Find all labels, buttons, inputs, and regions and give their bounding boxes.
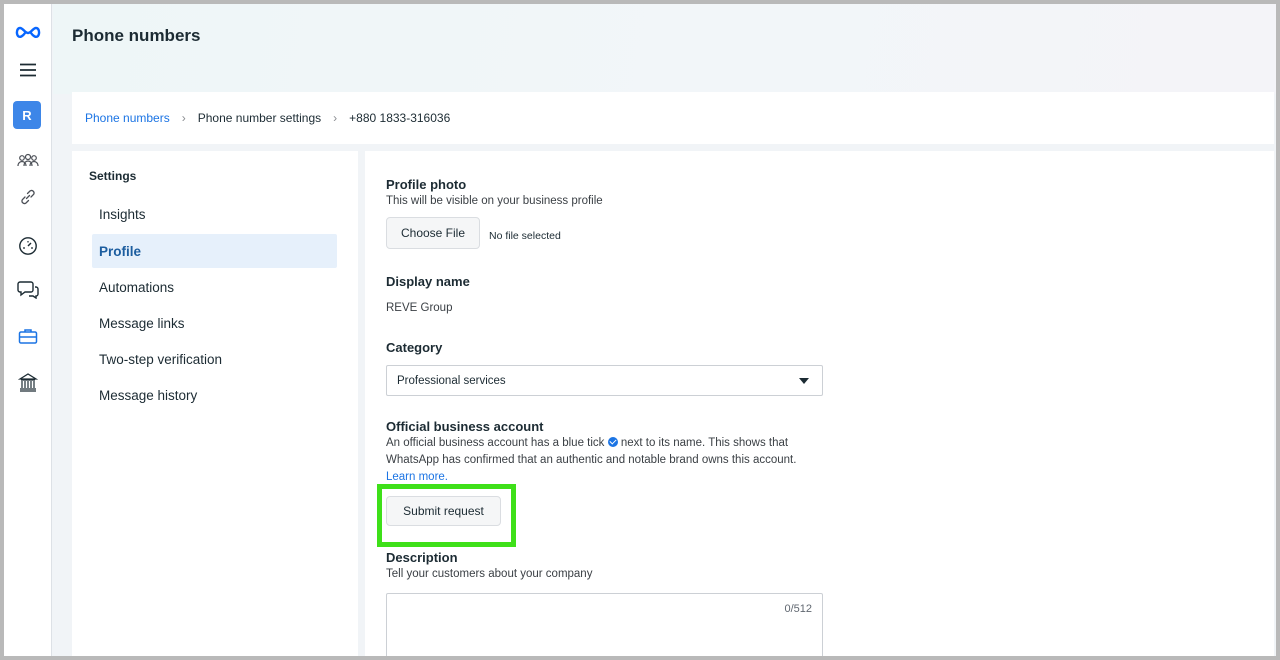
breadcrumb: Phone numbers › Phone number settings › … (72, 92, 1274, 144)
sidebar-item-insights[interactable]: Insights (92, 197, 337, 231)
page-title: Phone numbers (72, 26, 201, 45)
app-frame: R Phone numbers Phone numbers › Phone nu… (0, 0, 1280, 660)
profile-form: Profile photo This will be visible on yo… (365, 151, 1274, 656)
left-rail: R (4, 4, 52, 656)
verified-tick-icon (607, 437, 618, 447)
profile-photo-subtitle: This will be visible on your business pr… (386, 195, 603, 207)
avatar[interactable]: R (13, 101, 41, 129)
settings-sidebar: Settings Insights Profile Automations Me… (72, 151, 358, 656)
gutter (53, 94, 72, 656)
description-subtitle: Tell your customers about your company (386, 568, 593, 580)
oba-text-part-1: An official business account has a blue … (386, 437, 605, 449)
category-title: Category (386, 340, 443, 355)
gauge-icon[interactable] (12, 232, 44, 260)
learn-more-link[interactable]: Learn more. (386, 471, 448, 483)
description-textarea[interactable]: 0/512 (386, 593, 823, 656)
chevron-right-icon: › (333, 111, 338, 125)
header-band (53, 4, 1276, 94)
character-counter: 0/512 (784, 603, 812, 615)
breadcrumb-phone-numbers[interactable]: Phone numbers (85, 111, 170, 125)
submit-request-button[interactable]: Submit request (386, 496, 501, 526)
file-status: No file selected (489, 230, 561, 242)
official-business-account-text: An official business account has a blue … (386, 435, 826, 486)
official-business-account-title: Official business account (386, 419, 544, 434)
chevron-right-icon: › (181, 111, 186, 125)
choose-file-button[interactable]: Choose File (386, 217, 480, 249)
bank-icon[interactable] (12, 368, 44, 396)
briefcase-icon[interactable] (12, 322, 44, 350)
chat-icon[interactable] (12, 275, 44, 303)
breadcrumb-phone-number-settings[interactable]: Phone number settings (198, 111, 321, 125)
caret-down-icon (799, 378, 809, 384)
display-name-value: REVE Group (386, 302, 453, 314)
settings-heading: Settings (89, 169, 137, 183)
sidebar-item-message-history[interactable]: Message history (92, 378, 337, 412)
link-icon[interactable] (12, 183, 44, 211)
description-title: Description (386, 550, 458, 565)
category-selected-value: Professional services (397, 374, 506, 387)
sidebar-item-automations[interactable]: Automations (92, 270, 337, 304)
menu-icon[interactable] (12, 56, 44, 84)
display-name-title: Display name (386, 274, 470, 289)
category-select[interactable]: Professional services (386, 365, 823, 396)
sidebar-item-two-step-verification[interactable]: Two-step verification (92, 342, 337, 376)
sidebar-item-profile[interactable]: Profile (92, 234, 337, 268)
profile-photo-title: Profile photo (386, 177, 467, 192)
sidebar-item-message-links[interactable]: Message links (92, 306, 337, 340)
people-icon[interactable] (12, 147, 44, 175)
breadcrumb-current-number: +880 1833-316036 (349, 111, 451, 125)
meta-logo-icon[interactable] (12, 18, 44, 46)
